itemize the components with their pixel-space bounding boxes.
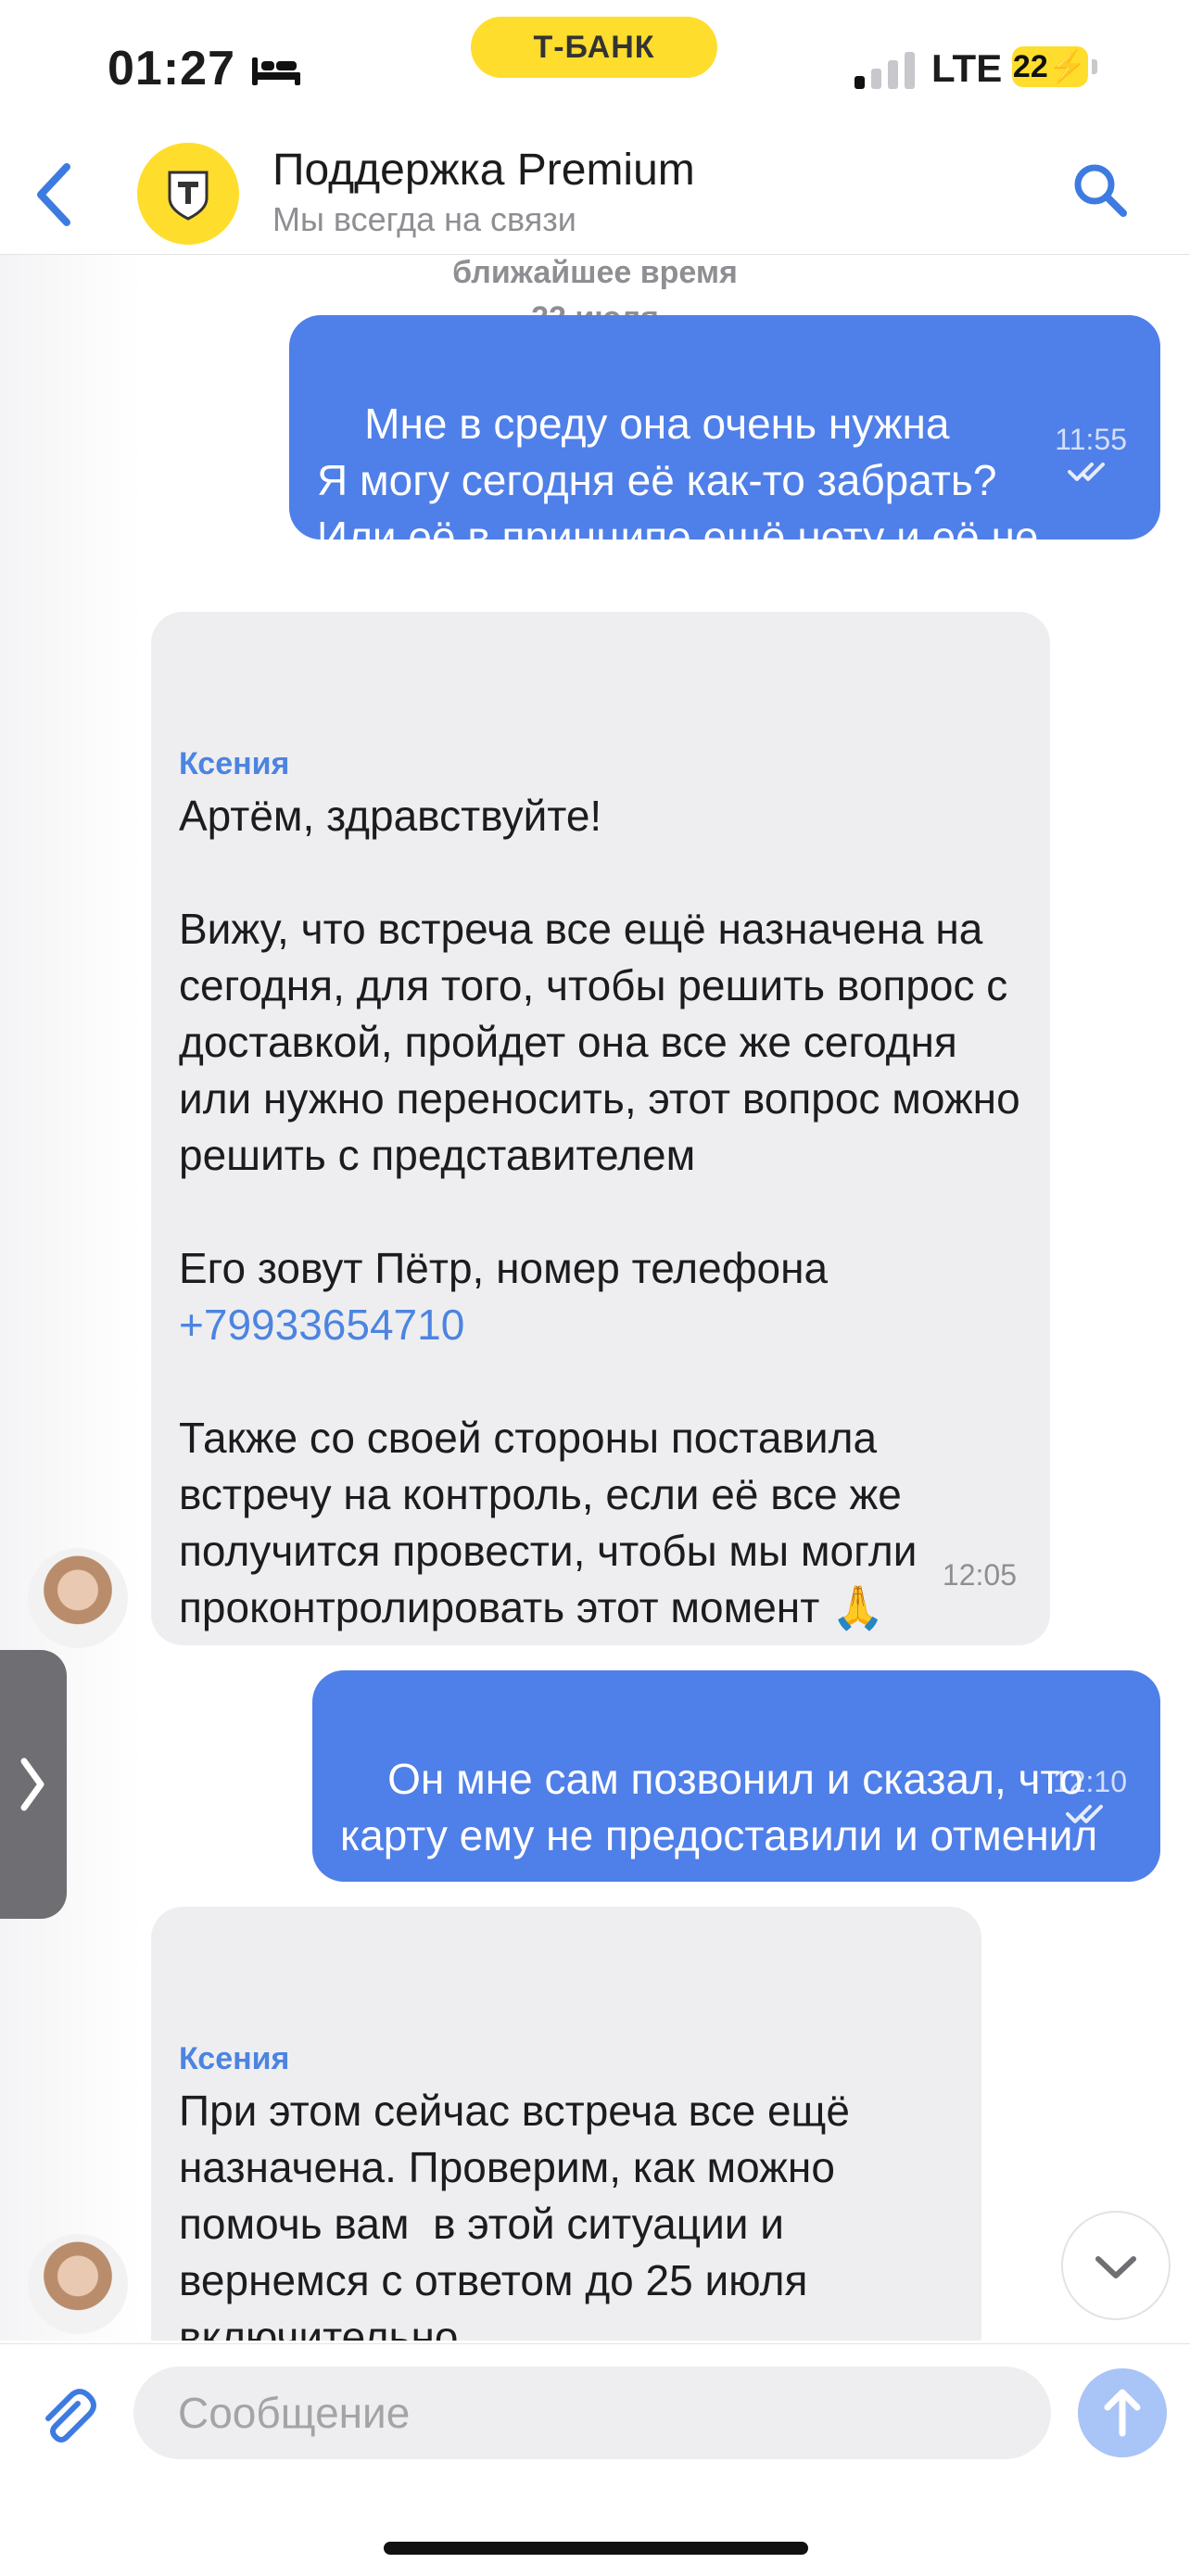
agent-avatar[interactable] [28,1548,128,1648]
sender-name: Ксения [179,746,290,781]
bank-live-activity-pill[interactable]: Т-БАНК [471,17,717,78]
message-time: 11:55 [1055,423,1127,456]
message-text-part-2: Также со своей стороны поставила встречу… [179,1414,918,1631]
sender-name: Ксения [179,2041,290,2076]
battery-indicator: 22⚡ [1012,46,1088,87]
outgoing-message[interactable]: Он мне сам позвонил и сказал, что карту … [312,1670,1160,1916]
message-time: 12:05 [942,1558,1017,1592]
double-check-icon [1068,462,1106,481]
message-text: При этом сейчас встреча все ещё назначен… [179,2087,850,2341]
system-notice: ближайшее время [452,255,738,290]
chevron-left-icon[interactable] [28,158,83,232]
home-indicator[interactable] [384,2542,808,2555]
search-icon[interactable] [1068,158,1133,222]
chevron-down-icon [1095,2256,1136,2278]
outgoing-message[interactable]: Мне в среду она очень нужна Я могу сегод… [289,315,1160,617]
chat-title[interactable]: Поддержка Premium [272,145,695,196]
chat-header: Поддержка Premium Мы всегда на связи [0,139,1190,255]
side-panel-handle[interactable] [0,1650,67,1919]
message-time: 12:10 [1052,1765,1127,1798]
bank-logo-icon[interactable] [137,143,239,245]
battery-tip [1092,59,1097,74]
message-meta: 11:55 [1006,395,1127,514]
arrow-up-icon [1104,2389,1141,2437]
chat-subtitle: Мы всегда на связи [272,200,576,238]
paperclip-icon[interactable] [33,2383,102,2452]
incoming-message[interactable]: Ксения Артём, здравствуйте! Вижу, что вст… [151,612,1050,1645]
chevron-right-icon [20,1758,44,1811]
chat-area[interactable]: ближайшее время 22 июля Мне в среду она … [0,255,1190,2341]
message-text-part-1: Артём, здравствуйте! Вижу, что встреча в… [179,792,1020,1292]
scroll-down-button[interactable] [1061,2211,1171,2320]
charging-bolt-icon: ⚡ [1047,49,1088,84]
message-input[interactable] [133,2367,1051,2459]
network-type: LTE [931,46,1003,90]
agent-avatar[interactable] [28,2234,128,2334]
message-meta: 12:05 [893,1530,1017,1619]
signal-icon [855,52,915,89]
message-meta: 12:10 [1004,1737,1127,1856]
incoming-message[interactable]: Ксения При этом сейчас встреча все ещё на… [151,1907,981,2341]
status-time: 01:27 [108,42,235,95]
message-text: Мне в среду она очень нужна Я могу сегод… [317,400,1039,617]
double-check-icon [1065,1804,1103,1823]
bed-icon [252,57,300,85]
phone-link[interactable]: +79933654710 [179,1301,464,1349]
battery-level: 22 [1012,49,1048,84]
status-bar: 01:27 Т-БАНК LTE 22⚡ [0,0,1190,139]
message-text: Он мне сам позвонил и сказал, что карту … [340,1755,1110,1916]
send-button[interactable] [1078,2368,1167,2457]
